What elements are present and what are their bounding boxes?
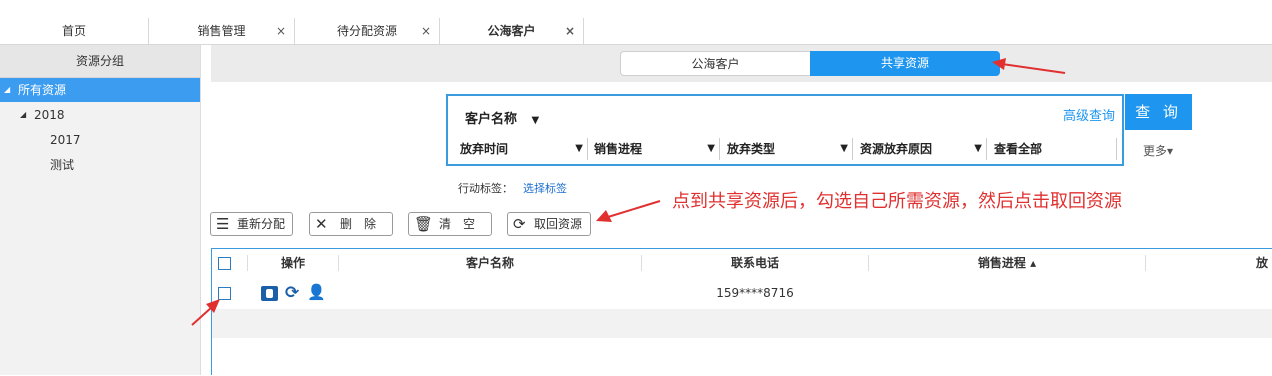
tab-bar: 首页 销售管理 × 待分配资源 × 公海客户 × [0, 18, 1272, 45]
filter-abandon-time[interactable]: 放弃时间 ▼ [460, 138, 588, 160]
advanced-search-link[interactable]: 高级查询 [1063, 105, 1115, 124]
triangle-expanded-icon[interactable]: ◢ [20, 103, 26, 127]
tree-item-label: 2018 [34, 108, 65, 122]
tree-item-all-resources[interactable]: ◢ 所有资源 [0, 78, 200, 102]
select-tag-link[interactable]: 选择标签 [523, 180, 567, 196]
cell-phone: 159****8716 [716, 286, 794, 300]
clear-button[interactable]: 🗑 清 空 [408, 212, 492, 236]
filter-abandon-reason[interactable]: 资源放弃原因 ▼ [860, 138, 987, 160]
search-button[interactable]: 查 询 [1125, 94, 1192, 130]
button-label: 重新分配 [237, 217, 286, 231]
tab-public-customers[interactable]: 公海客户 × [440, 18, 584, 44]
triangle-expanded-icon[interactable]: ◢ [4, 78, 10, 102]
select-all-checkbox[interactable] [218, 257, 231, 270]
reassign-button[interactable]: ☰ 重新分配 [210, 212, 293, 236]
list-icon: ☰ [216, 215, 230, 233]
dropdown-arrow-icon: ▼ [707, 143, 715, 154]
column-header-sales-stage[interactable]: 销售进程 ▴ [869, 249, 1145, 277]
filter-label: 放弃类型 [727, 142, 776, 156]
action-tag-label: 行动标签： [458, 182, 513, 195]
filter-label: 销售进程 [594, 142, 643, 156]
tab-label: 首页 [61, 24, 86, 38]
tree-item-2018[interactable]: ◢ 2018 [0, 103, 200, 127]
tree-item-test[interactable]: 测试 [50, 153, 74, 177]
table-row-empty [212, 309, 1272, 338]
tree-item-label: 测试 [50, 158, 75, 172]
close-icon[interactable]: × [565, 18, 575, 44]
tab-label: 销售管理 [197, 24, 246, 38]
close-icon[interactable]: × [421, 18, 431, 44]
search-field-selector[interactable]: 客户名称 ▼ [465, 108, 539, 127]
card-inner [266, 289, 273, 298]
table-row-empty [212, 338, 1272, 376]
table-header: 操作 客户名称 联系电话 销售进程 ▴ 放 [212, 249, 1272, 277]
button-label: 清 空 [439, 217, 476, 231]
sidebar-title: 资源分组 [0, 45, 200, 78]
filter-view-all[interactable]: 查看全部 [994, 138, 1117, 160]
column-header-actions: 操作 [280, 256, 305, 270]
tree-item-2017[interactable]: 2017 [50, 128, 81, 152]
button-label: 删 除 [340, 217, 377, 231]
column-header-truncated[interactable]: 放 [1252, 249, 1272, 277]
annotation-arrow-icon [596, 200, 661, 222]
dropdown-arrow-icon: ▼ [531, 115, 540, 126]
user-transfer-icon[interactable]: 👤 [307, 283, 326, 301]
tab-home[interactable]: 首页 [0, 18, 149, 44]
search-field-label: 客户名称 [465, 112, 518, 127]
tab-pending-resources[interactable]: 待分配资源 × [295, 18, 440, 44]
table-row[interactable]: ⟳ 👤 159****8716 [212, 278, 1272, 309]
segment-public-customers[interactable]: 公海客户 [620, 51, 810, 76]
filter-sales-stage[interactable]: 销售进程 ▼ [594, 138, 720, 160]
retrieve-resource-button[interactable]: ⟳ 取回资源 [507, 212, 591, 236]
trash-icon: 🗑 [414, 215, 434, 233]
dropdown-arrow-icon: ▼ [575, 143, 583, 154]
refresh-icon[interactable]: ⟳ [285, 283, 299, 303]
annotation-arrow-icon [191, 299, 220, 326]
resource-table: 操作 客户名称 联系电话 销售进程 ▴ 放 ⟳ 👤 159****8716 [211, 248, 1272, 376]
annotation-text: 点到共享资源后，勾选自己所需资源，然后点击取回资源 [672, 191, 1122, 212]
tab-label: 待分配资源 [336, 24, 397, 38]
filter-abandon-type[interactable]: 放弃类型 ▼ [727, 138, 853, 160]
close-icon: ✕ [315, 215, 328, 233]
filter-label: 资源放弃原因 [860, 142, 933, 156]
button-label: 取回资源 [534, 217, 583, 231]
sidebar: 资源分组 ◢ 所有资源 ◢ 2018 2017 测试 [0, 45, 201, 375]
segment-shared-resources[interactable]: 共享资源 [810, 51, 1000, 76]
filter-label: 放弃时间 [460, 142, 509, 156]
close-icon[interactable]: × [276, 18, 286, 44]
refresh-icon: ⟳ [513, 215, 526, 233]
column-divider [1145, 255, 1146, 271]
filter-label: 查看全部 [994, 142, 1043, 156]
tree-item-label: 所有资源 [18, 83, 67, 97]
column-header-phone[interactable]: 联系电话 [642, 249, 868, 277]
annotation-arrow-icon [992, 58, 1066, 74]
delete-button[interactable]: ✕ 删 除 [309, 212, 393, 236]
dropdown-arrow-icon: ▼ [974, 143, 982, 154]
column-header-customer-name[interactable]: 客户名称 [339, 249, 641, 277]
tab-sales-management[interactable]: 销售管理 × [149, 18, 295, 44]
tab-label: 公海客户 [487, 24, 536, 38]
tree-item-label: 2017 [50, 133, 81, 147]
more-filters-link[interactable]: 更多▾ [1143, 142, 1173, 159]
contact-card-icon[interactable] [261, 286, 278, 301]
dropdown-arrow-icon: ▼ [840, 143, 848, 154]
